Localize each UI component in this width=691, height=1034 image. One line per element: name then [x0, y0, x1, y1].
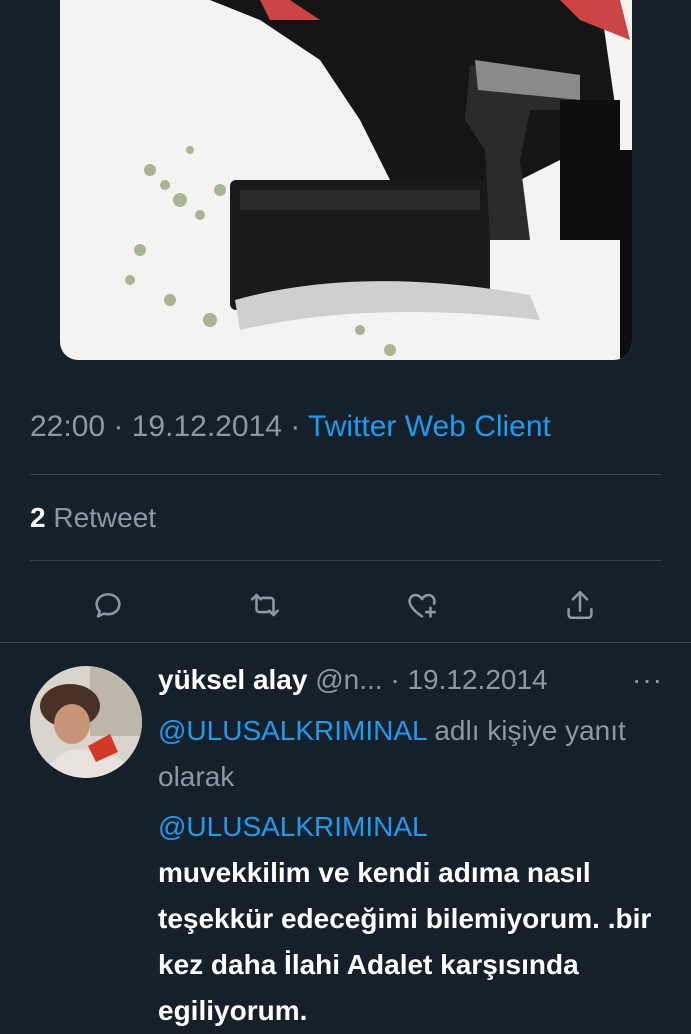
- more-options-icon[interactable]: ···: [632, 664, 663, 696]
- share-icon: [567, 590, 593, 620]
- reply-date[interactable]: 19.12.2014: [407, 664, 547, 695]
- divider: [0, 642, 691, 643]
- reply-button[interactable]: [88, 585, 128, 625]
- reply-display-name[interactable]: yüksel alay: [158, 664, 307, 695]
- retweet-icon: [250, 593, 280, 617]
- like-icon: [408, 593, 437, 618]
- share-button[interactable]: [560, 585, 600, 625]
- tweet-media-image[interactable]: [60, 0, 632, 360]
- retweet-label: Retweet: [53, 502, 157, 533]
- replying-to-link[interactable]: @ULUSALKRIMINAL: [158, 715, 427, 746]
- like-button[interactable]: [402, 585, 442, 625]
- replying-to: @ULUSALKRIMINAL adlı kişiye yanıt olarak: [158, 708, 658, 800]
- divider: [30, 474, 661, 475]
- retweet-stats[interactable]: 2 Retweet: [30, 502, 156, 534]
- mention-link[interactable]: @ULUSALKRIMINAL: [158, 811, 428, 842]
- reply-body: muvekkilim ve kendi adıma nasıl teşekkür…: [158, 857, 652, 1026]
- reply-icon: [95, 593, 121, 618]
- tweet-time[interactable]: 22:00: [30, 410, 105, 443]
- avatar[interactable]: [30, 666, 142, 778]
- reply-header: yüksel alay @n... · 19.12.2014: [158, 664, 548, 695]
- retweet-button[interactable]: [245, 585, 285, 625]
- reply-handle[interactable]: @n...: [315, 664, 382, 695]
- reply-text: @ULUSALKRIMINAL muvekkilim ve kendi adım…: [158, 804, 678, 1034]
- tweet-source[interactable]: Twitter Web Client: [308, 410, 551, 443]
- tweet-action-bar: [0, 585, 691, 625]
- tweet-date[interactable]: 19.12.2014: [132, 410, 282, 443]
- retweet-count: 2: [30, 502, 46, 533]
- divider: [30, 560, 661, 561]
- tweet-timestamp: 22:00 · 19.12.2014 · Twitter Web Client: [30, 410, 551, 443]
